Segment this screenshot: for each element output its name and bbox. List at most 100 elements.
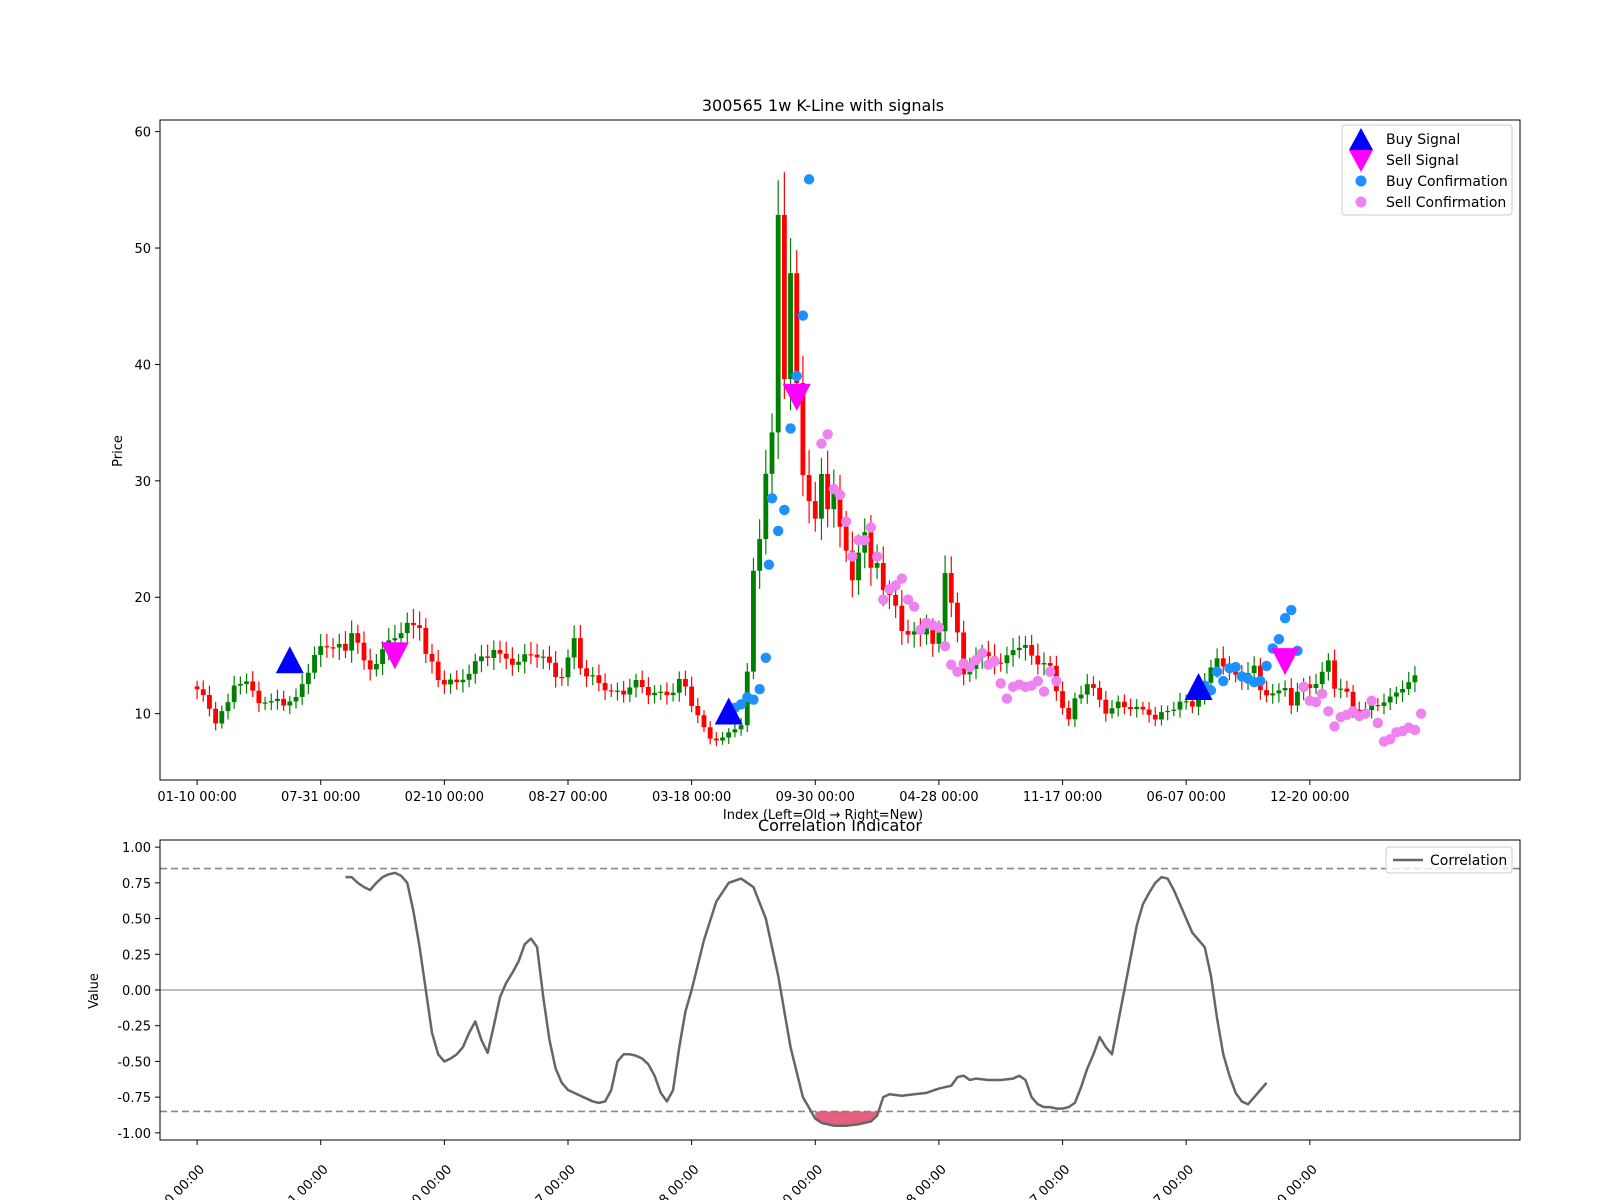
candle-body (1319, 671, 1325, 685)
candle-body (1313, 684, 1319, 688)
candle-body (324, 646, 330, 648)
candle-body (454, 679, 460, 683)
candle-body (1332, 660, 1337, 689)
correlation-x-tick-label: 0 00:00 (780, 1162, 826, 1200)
reference-lines (160, 867, 1520, 1113)
candle-body (1276, 690, 1282, 694)
buy-confirmation-point (754, 684, 765, 695)
buy-confirmation-point (1211, 666, 1223, 677)
correlation-y-tick-label: 0.50 (122, 913, 151, 928)
sell-confirmation-point (989, 656, 1000, 667)
correlation-x-tick-label: 7 00:00 (533, 1162, 579, 1200)
candle-body (213, 708, 219, 724)
candle-body (547, 656, 552, 663)
candle-body (448, 679, 453, 685)
buy-signal-marker (275, 646, 304, 674)
correlation-series (345, 871, 1268, 1127)
candle-body (281, 698, 287, 706)
candle-body (1251, 665, 1257, 674)
candle-body (1016, 647, 1022, 651)
buy-confirmation-point (1255, 675, 1266, 687)
candle-body (417, 625, 423, 628)
candle-body (707, 727, 713, 739)
sell-confirmation-point (816, 438, 827, 449)
price-y-tick-label: 20 (134, 591, 151, 606)
sell-confirmation-point (1415, 708, 1427, 719)
candle-body (225, 702, 231, 712)
candle-body (880, 563, 886, 591)
sell-signal-marker (1271, 648, 1300, 676)
candle-body (1344, 688, 1350, 692)
correlation-chart-title: Correlation Indicator (758, 816, 922, 835)
candle-body (275, 698, 280, 702)
candle-body (466, 673, 472, 680)
sell-confirmation-point (878, 594, 889, 605)
candle-body (392, 638, 398, 641)
price-y-tick-label: 30 (134, 475, 151, 490)
candle-body (1159, 712, 1164, 720)
price-y-tick-label: 10 (134, 708, 151, 723)
candle-body (305, 672, 311, 685)
candle-body (769, 432, 775, 474)
candle-body (806, 475, 812, 502)
candle-body (1214, 658, 1220, 668)
price-x-tick-label: 09-30 00:00 (776, 790, 855, 805)
candle-body (1183, 701, 1189, 703)
buy-confirmation-point (766, 493, 778, 504)
candle-body (577, 638, 583, 669)
candle-body (948, 573, 954, 603)
candle-body (1171, 709, 1177, 711)
candle-body (689, 686, 695, 706)
sell-confirmation-point (896, 573, 908, 584)
price-x-tick-label: 06-07 00:00 (1146, 790, 1225, 805)
candle-body (262, 702, 268, 704)
candle-body (571, 638, 577, 658)
price-chart-title: 300565 1w K-Line with signals (702, 96, 944, 115)
buy-confirmation-point (1261, 660, 1272, 672)
candle-body (318, 646, 324, 655)
correlation-x-tick-label: 0 00:00 (162, 1162, 208, 1200)
candle-body (1152, 714, 1158, 720)
candle-body (1128, 707, 1133, 710)
candle-body (720, 737, 725, 741)
candle-body (1103, 699, 1109, 714)
candle-body (250, 681, 256, 691)
sell-confirmation-point (1051, 675, 1062, 687)
candle-body (615, 690, 620, 692)
candle-body (738, 725, 744, 730)
candle-body (794, 273, 800, 384)
candle-body (1288, 688, 1294, 706)
correlation-x-tick-label: 7 00:00 (1028, 1162, 1074, 1200)
correlation-x-ticks: 0 00:00 1 00:00 0 00:00 7 00:00 8 00:00 0 00:… (162, 1140, 1321, 1204)
correlation-y-tick-label: -0.75 (117, 1091, 151, 1106)
candle-body (726, 732, 732, 738)
buy-confirmation-point (1218, 675, 1229, 687)
candle-body (1400, 688, 1405, 693)
candle-body (1041, 663, 1047, 665)
correlation-x-tick-label: 0 00:00 (409, 1162, 455, 1200)
sell-confirmation-point (995, 678, 1006, 689)
candle-body (565, 657, 571, 678)
candle-body (293, 696, 299, 702)
candle-body (479, 656, 484, 662)
candle-body (1115, 701, 1121, 709)
sell-confirmation-point (1366, 695, 1377, 707)
candle-body (627, 687, 633, 695)
price-x-tick-label: 11-17 00:00 (1023, 790, 1102, 805)
price-y-tick-label: 60 (134, 126, 151, 141)
candle-body (751, 570, 756, 672)
candle-body (602, 683, 608, 691)
chart-canvas: 300565 1w K-Line with signals Price Inde… (87, 96, 1521, 1204)
sell-confirmation-point (1316, 688, 1328, 700)
correlation-y-tick-label: -1.00 (117, 1127, 151, 1142)
candle-body (658, 691, 664, 693)
price-panel: 300565 1w K-Line with signals Price Inde… (111, 96, 1521, 823)
candle-body (781, 214, 787, 380)
correlation-line (345, 871, 1268, 1127)
candle-body (528, 654, 534, 656)
candle-body (676, 678, 682, 693)
candle-body (1004, 655, 1010, 664)
correlation-x-tick-label: 8 00:00 (657, 1162, 703, 1200)
buy-confirmation-point (785, 423, 796, 434)
candle-body (361, 642, 367, 661)
